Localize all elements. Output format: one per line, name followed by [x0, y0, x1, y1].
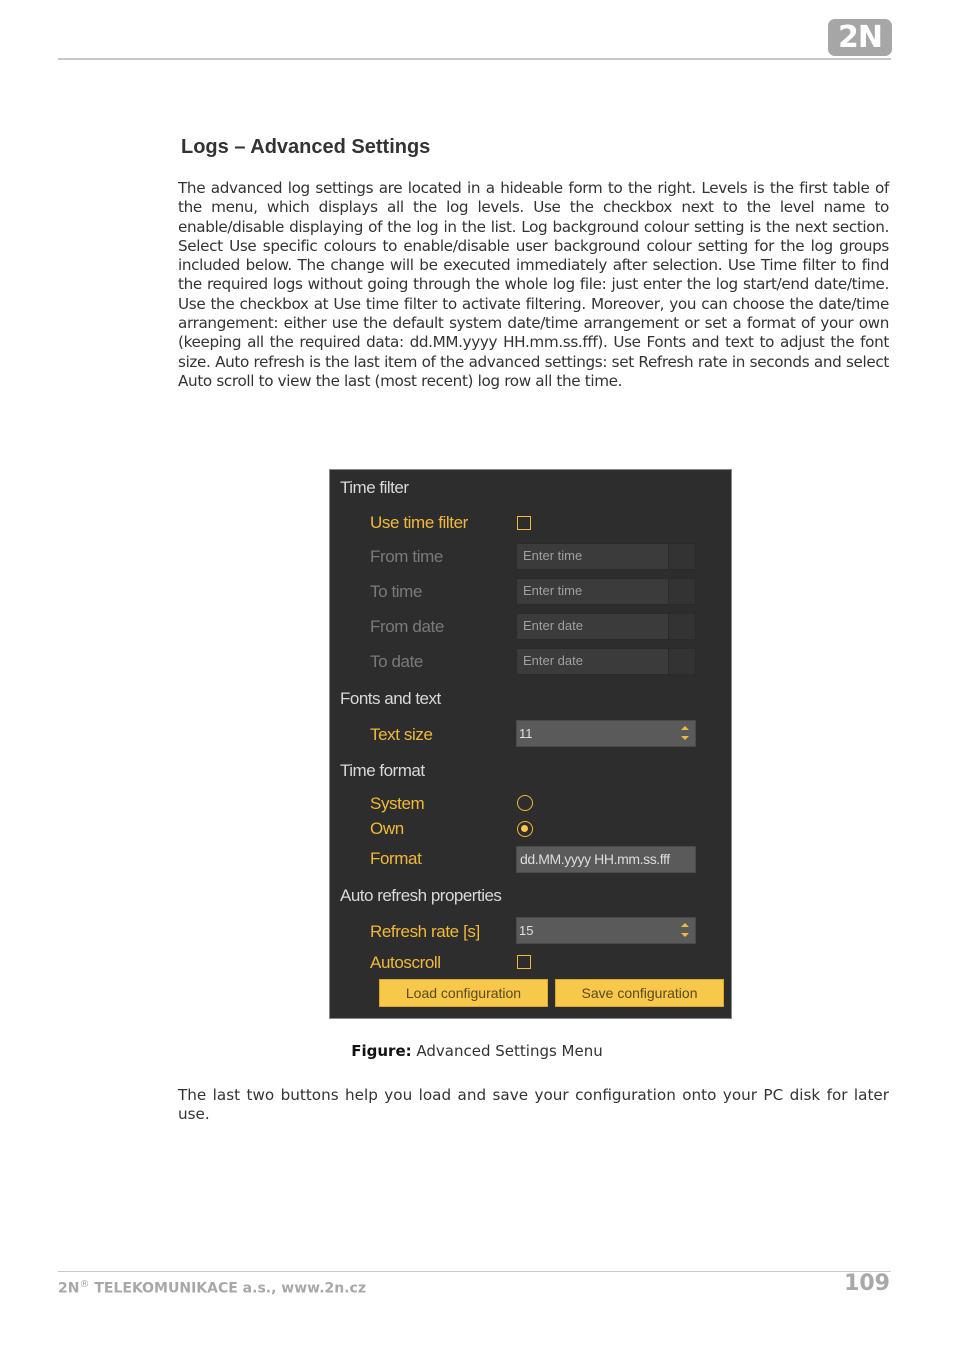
registered-mark: ®: [79, 1279, 90, 1290]
header-divider: [58, 58, 891, 60]
text-size-spinner[interactable]: 11: [516, 720, 696, 747]
autoscroll-checkbox[interactable]: [517, 955, 531, 969]
text-size-value: 11: [519, 726, 533, 741]
section-title: Logs – Advanced Settings: [181, 136, 431, 158]
footer-brand: 2N: [58, 1280, 80, 1297]
fonts-and-text-heading: Fonts and text: [340, 689, 441, 708]
from-date-placeholder: Enter date: [523, 618, 583, 633]
time-format-heading: Time format: [340, 761, 425, 780]
company-logo: 2N: [828, 19, 892, 56]
radio-selected-dot: [521, 825, 528, 832]
text-size-label: Text size: [370, 725, 433, 744]
refresh-rate-label: Refresh rate [s]: [370, 922, 480, 941]
to-time-input[interactable]: Enter time: [516, 578, 696, 605]
to-time-label: To time: [370, 582, 422, 601]
from-date-input[interactable]: Enter date: [516, 613, 696, 640]
spin-down-icon[interactable]: [681, 933, 689, 937]
refresh-rate-spinner[interactable]: 15: [516, 917, 696, 944]
autoscroll-label: Autoscroll: [370, 953, 441, 972]
spin-down-icon[interactable]: [681, 736, 689, 740]
system-format-label: System: [370, 794, 425, 813]
spin-up-icon[interactable]: [681, 923, 689, 927]
own-format-radio[interactable]: [517, 821, 533, 837]
to-time-picker-button[interactable]: [668, 579, 695, 604]
format-label: Format: [370, 849, 422, 868]
from-time-placeholder: Enter time: [523, 548, 583, 563]
figure-label: Figure:: [351, 1042, 412, 1060]
from-date-picker-button[interactable]: [668, 614, 695, 639]
use-time-filter-label: Use time filter: [370, 513, 468, 532]
from-time-label: From time: [370, 547, 443, 566]
figure-caption-text: Advanced Settings Menu: [416, 1042, 603, 1060]
intro-paragraph: The advanced log settings are located in…: [178, 179, 889, 390]
load-configuration-button[interactable]: Load configuration: [379, 979, 548, 1007]
from-time-picker-button[interactable]: [668, 544, 695, 569]
footer-company-text: TELEKOMUNIKACE a.s., www.2n.cz: [89, 1280, 366, 1297]
advanced-settings-panel: Time filter Use time filter From time En…: [329, 469, 732, 1019]
figure-caption: Figure: Advanced Settings Menu: [0, 1042, 954, 1060]
refresh-rate-value: 15: [519, 923, 534, 938]
format-input[interactable]: dd.MM.yyyy HH.mm.ss.fff: [516, 846, 696, 873]
to-date-label: To date: [370, 652, 423, 671]
save-configuration-button[interactable]: Save configuration: [555, 979, 724, 1007]
system-format-radio[interactable]: [517, 795, 533, 811]
to-date-input[interactable]: Enter date: [516, 648, 696, 675]
format-value: dd.MM.yyyy HH.mm.ss.fff: [520, 851, 670, 867]
to-time-placeholder: Enter time: [523, 583, 583, 598]
page-number: 109: [844, 1271, 890, 1296]
auto-refresh-heading: Auto refresh properties: [340, 886, 502, 905]
spin-up-icon[interactable]: [681, 726, 689, 730]
own-format-label: Own: [370, 819, 404, 838]
to-date-placeholder: Enter date: [523, 653, 583, 668]
use-time-filter-checkbox[interactable]: [517, 516, 531, 530]
closing-paragraph: The last two buttons help you load and s…: [178, 1086, 889, 1124]
footer-company: 2N® TELEKOMUNIKACE a.s., www.2n.cz: [58, 1279, 366, 1297]
time-filter-heading: Time filter: [340, 478, 409, 497]
from-date-label: From date: [370, 617, 444, 636]
from-time-input[interactable]: Enter time: [516, 543, 696, 570]
footer-divider: [58, 1271, 891, 1272]
to-date-picker-button[interactable]: [668, 649, 695, 674]
